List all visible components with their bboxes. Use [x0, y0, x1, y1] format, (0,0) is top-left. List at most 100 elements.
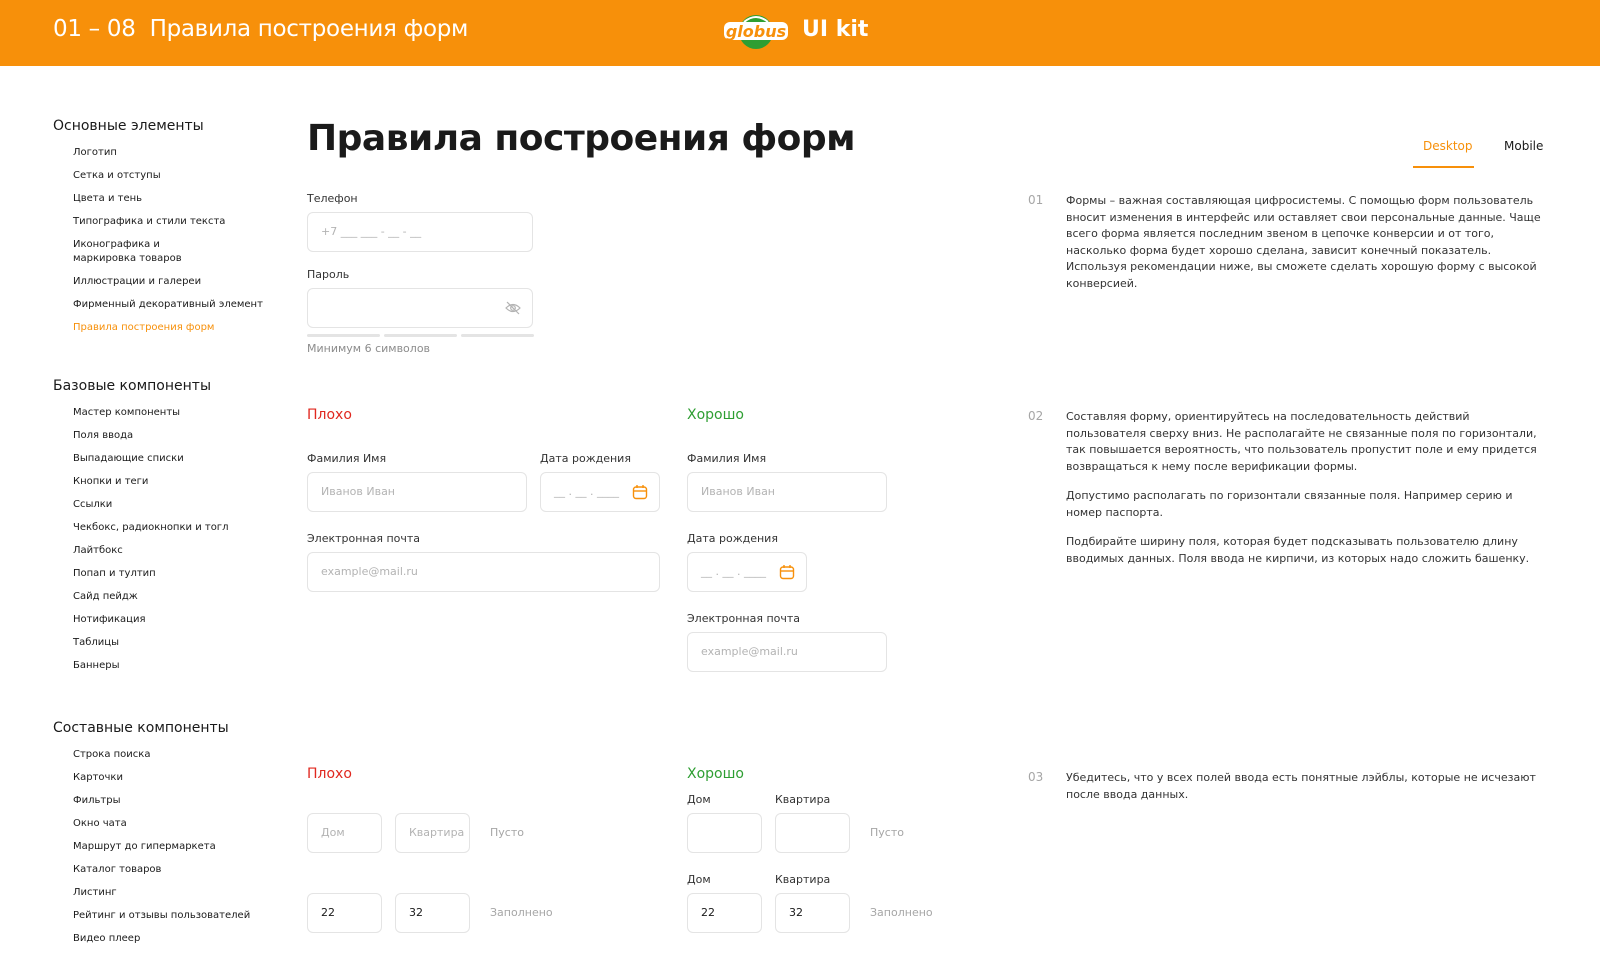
- house-input-filled[interactable]: 22: [307, 893, 382, 933]
- email-input[interactable]: example@mail.ru: [687, 632, 887, 672]
- note-paragraph: Формы – важная составляющая цифросистемы…: [1066, 194, 1541, 290]
- name-input[interactable]: Иванов Иван: [307, 472, 527, 512]
- nav-item-dropdowns[interactable]: Выпадающие списки: [73, 452, 253, 466]
- flat-input-empty[interactable]: [775, 813, 850, 853]
- name-placeholder: Иванов Иван: [321, 485, 395, 498]
- house-value: 22: [321, 906, 335, 919]
- nav-item-listing[interactable]: Листинг: [73, 886, 253, 900]
- nav-item-side-page[interactable]: Сайд пейдж: [73, 590, 253, 604]
- nav-item-colors[interactable]: Цвета и тень: [73, 192, 253, 206]
- nav-heading[interactable]: Базовые компоненты: [53, 378, 253, 394]
- birth-input[interactable]: __ . __ . ____: [687, 552, 807, 592]
- nav-item-banners[interactable]: Баннеры: [73, 659, 253, 673]
- nav-item-inputs[interactable]: Поля ввода: [73, 429, 253, 443]
- nav-item-forms[interactable]: Правила построения форм: [73, 321, 253, 335]
- note-paragraph: Подбирайте ширину поля, которая будет по…: [1066, 535, 1530, 565]
- tab-mobile[interactable]: Mobile: [1504, 139, 1543, 153]
- birth-label: Дата рождения: [540, 452, 631, 465]
- tab-desktop[interactable]: Desktop: [1423, 139, 1473, 153]
- house-input-filled[interactable]: 22: [687, 893, 762, 933]
- email-label: Электронная почта: [307, 532, 421, 545]
- nav-section-composite: Составные компоненты Строка поиска Карто…: [53, 720, 253, 955]
- flat-label: Квартира: [775, 873, 831, 886]
- filled-state-note: Заполнено: [870, 906, 933, 919]
- nav-item-buttons[interactable]: Кнопки и теги: [73, 475, 253, 489]
- flat-label: Квартира: [775, 793, 831, 806]
- nav-item-notification[interactable]: Нотификация: [73, 613, 253, 627]
- name-label: Фамилия Имя: [307, 452, 387, 465]
- header-title: 01 – 08 Правила построения форм: [53, 16, 468, 42]
- email-label: Электронная почта: [687, 612, 801, 625]
- note-text: Формы – важная составляющая цифросистемы…: [1066, 193, 1549, 305]
- phone-label: Телефон: [307, 192, 358, 205]
- nav-item-filters[interactable]: Фильтры: [73, 794, 253, 808]
- flat-value: 32: [409, 906, 423, 919]
- flat-input-filled[interactable]: 32: [775, 893, 850, 933]
- nav-item-master[interactable]: Мастер компоненты: [73, 406, 253, 420]
- nav-item-lightbox[interactable]: Лайтбокс: [73, 544, 253, 558]
- house-placeholder: Дом: [321, 826, 345, 839]
- nav-item-popup[interactable]: Попап и тултип: [73, 567, 253, 581]
- name-label: Фамилия Имя: [687, 452, 767, 465]
- flat-placeholder: Квартира: [409, 826, 465, 839]
- password-input[interactable]: [307, 288, 533, 328]
- flat-input-empty[interactable]: Квартира: [395, 813, 470, 853]
- nav-heading[interactable]: Основные элементы: [53, 118, 253, 134]
- nav-item-iconography[interactable]: Иконографика и маркировка товаров: [73, 238, 213, 266]
- note-number: 03: [1028, 770, 1044, 784]
- globus-logo[interactable]: globus: [722, 10, 790, 54]
- house-label: Дом: [687, 873, 711, 886]
- email-input[interactable]: example@mail.ru: [307, 552, 660, 592]
- bad-label: Плохо: [307, 407, 352, 423]
- nav-item-logo[interactable]: Логотип: [73, 146, 253, 160]
- nav-item-video[interactable]: Видео плеер: [73, 932, 253, 946]
- note-paragraph: Составляя форму, ориентируйтесь на после…: [1066, 410, 1537, 473]
- phone-input[interactable]: +7 ___ ___ - __ - __: [307, 212, 533, 252]
- flat-value: 32: [789, 906, 803, 919]
- password-strength-segment-1: [307, 334, 380, 337]
- nav-item-typography[interactable]: Типографика и стили текста: [73, 215, 253, 229]
- note-number: 01: [1028, 193, 1044, 207]
- note-text: Составляя форму, ориентируйтесь на после…: [1066, 409, 1549, 580]
- birth-placeholder: __ . __ . ____: [701, 565, 766, 578]
- nav-item-grid[interactable]: Сетка и отступы: [73, 169, 253, 183]
- birth-input[interactable]: __ . __ . ____: [540, 472, 660, 512]
- note-paragraph: Убедитесь, что у всех полей ввода есть п…: [1066, 771, 1536, 801]
- nav-item-search[interactable]: Строка поиска: [73, 748, 253, 762]
- top-bar: 01 – 08 Правила построения форм globus U…: [0, 0, 1600, 66]
- calendar-icon[interactable]: [631, 483, 649, 501]
- logo-wordmark: globus: [726, 22, 786, 41]
- nav-item-route[interactable]: Маршрут до гипермаркета: [73, 840, 253, 854]
- bad-label: Плохо: [307, 766, 352, 782]
- house-input-empty[interactable]: [687, 813, 762, 853]
- calendar-icon[interactable]: [778, 563, 796, 581]
- password-strength-segment-3: [461, 334, 534, 337]
- phone-placeholder: +7 ___ ___ - __ - __: [321, 225, 422, 238]
- nav-item-cards[interactable]: Карточки: [73, 771, 253, 785]
- empty-state-note: Пусто: [870, 826, 904, 839]
- house-input-empty[interactable]: Дом: [307, 813, 382, 853]
- nav-item-illustrations[interactable]: Иллюстрации и галереи: [73, 275, 253, 289]
- nav-section-basic: Основные элементы Логотип Сетка и отступ…: [53, 118, 263, 344]
- nav-item-catalog[interactable]: Каталог товаров: [73, 863, 253, 877]
- nav-item-chat[interactable]: Окно чата: [73, 817, 253, 831]
- birth-label: Дата рождения: [687, 532, 778, 545]
- note-number: 02: [1028, 409, 1044, 423]
- nav-item-rating[interactable]: Рейтинг и отзывы пользователей: [73, 909, 253, 923]
- eye-off-icon[interactable]: [504, 299, 522, 317]
- password-label: Пароль: [307, 268, 350, 281]
- email-placeholder: example@mail.ru: [701, 645, 798, 658]
- flat-input-filled[interactable]: 32: [395, 893, 470, 933]
- nav-heading[interactable]: Составные компоненты: [53, 720, 253, 736]
- nav-item-decorative[interactable]: Фирменный декоративный элемент: [73, 298, 263, 312]
- password-hint: Минимум 6 символов: [307, 342, 431, 355]
- house-label: Дом: [687, 793, 711, 806]
- platform-tabs: Desktop Mobile: [1413, 135, 1543, 168]
- nav-item-links[interactable]: Ссылки: [73, 498, 253, 512]
- section-title: Правила построения форм: [149, 16, 469, 42]
- nav-item-tables[interactable]: Таблицы: [73, 636, 253, 650]
- name-input[interactable]: Иванов Иван: [687, 472, 887, 512]
- note-paragraph: Допустимо располагать по горизонтали свя…: [1066, 489, 1513, 519]
- birth-placeholder: __ . __ . ____: [554, 485, 619, 498]
- nav-item-checkbox[interactable]: Чекбокс, радиокнопки и тогл: [73, 521, 253, 535]
